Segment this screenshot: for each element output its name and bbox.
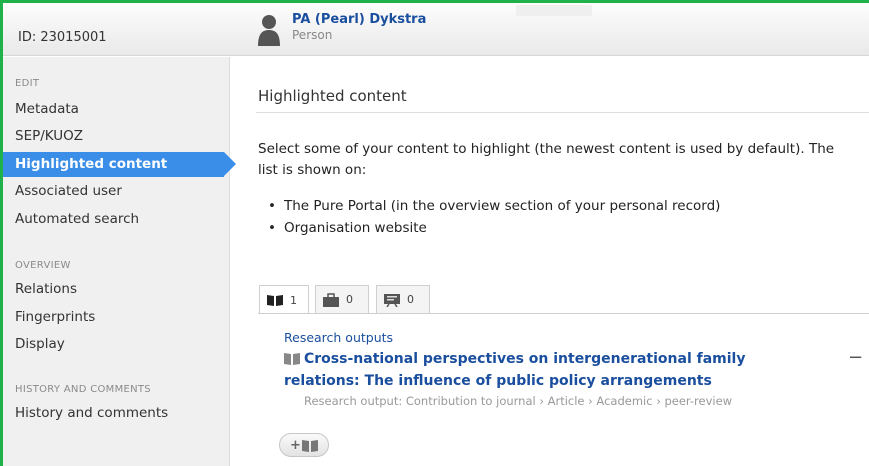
person-name-link[interactable]: PA (Pearl) Dykstra	[292, 12, 426, 27]
sidebar-item-highlighted-content[interactable]: Highlighted content	[3, 152, 236, 177]
list-item-text: Organisation website	[284, 220, 427, 236]
tabs-divider	[258, 313, 869, 314]
main-content: Highlighted content Select some of your …	[231, 57, 869, 466]
section-heading-edit: EDIT	[15, 78, 40, 89]
description-text: Select some of your content to highlight…	[258, 141, 835, 178]
sidebar: EDIT Metadata SEP/KUOZ Highlighted conte…	[3, 57, 236, 466]
tab-activities[interactable]: 0	[376, 285, 430, 313]
sidebar-item-metadata[interactable]: Metadata	[3, 97, 224, 122]
research-outputs-heading: Research outputs	[284, 330, 394, 345]
tab-research-outputs[interactable]: 1	[259, 285, 309, 314]
tab-count: 1	[290, 293, 297, 307]
research-output-meta: Research output: Contribution to journal…	[304, 394, 733, 408]
page-title: Highlighted content	[258, 87, 407, 105]
header-bar: ID: 23015001 PA (Pearl) Dykstra Person	[3, 3, 869, 56]
tab-count: 0	[346, 293, 353, 306]
person-type-label: Person	[292, 28, 333, 42]
remove-button[interactable]: −	[848, 347, 863, 368]
research-output-title-link[interactable]: Cross-national perspectives on intergene…	[284, 348, 804, 392]
sidebar-item-sep-kuoz[interactable]: SEP/KUOZ	[3, 124, 224, 149]
header-shade	[516, 5, 592, 16]
tab-projects[interactable]: 0	[315, 285, 369, 313]
tab-count: 0	[407, 293, 414, 306]
section-heading-overview: OVERVIEW	[15, 260, 71, 271]
sidebar-item-fingerprints[interactable]: Fingerprints	[3, 305, 224, 330]
list-item: Organisation website	[284, 217, 720, 239]
briefcase-icon	[322, 292, 340, 307]
book-icon	[301, 439, 318, 452]
add-research-output-button[interactable]: +	[279, 433, 329, 457]
plus-icon: +	[290, 437, 301, 453]
sidebar-item-relations[interactable]: Relations	[3, 277, 224, 302]
title-divider	[256, 112, 869, 113]
list-item-text: The Pure Portal (in the overview section…	[284, 198, 721, 214]
list-item: The Pure Portal (in the overview section…	[284, 195, 720, 217]
sidebar-item-associated-user[interactable]: Associated user	[3, 179, 224, 204]
presentation-icon	[383, 293, 401, 307]
sidebar-item-history-and-comments[interactable]: History and comments	[3, 401, 224, 426]
sidebar-item-display[interactable]: Display	[3, 332, 224, 357]
sidebar-item-automated-search[interactable]: Automated search	[3, 207, 224, 232]
book-icon	[266, 293, 284, 307]
record-id: ID: 23015001	[18, 30, 107, 45]
person-avatar-icon	[258, 12, 280, 46]
display-locations-list: The Pure Portal (in the overview section…	[284, 195, 720, 239]
section-heading-history: HISTORY AND COMMENTS	[15, 384, 151, 395]
